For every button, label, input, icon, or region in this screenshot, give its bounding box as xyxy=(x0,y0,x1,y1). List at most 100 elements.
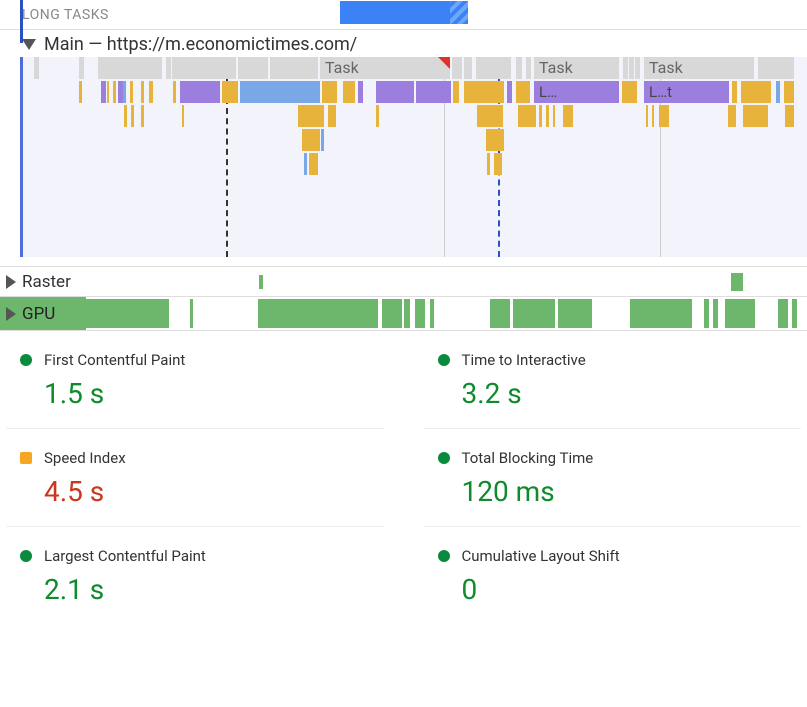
flame-seg[interactable] xyxy=(173,81,176,103)
flame-seg[interactable] xyxy=(182,105,184,127)
gpu-seg[interactable] xyxy=(404,299,410,328)
flame-seg[interactable] xyxy=(652,105,654,127)
flame-seg[interactable] xyxy=(453,81,459,103)
task-segment[interactable] xyxy=(452,57,462,79)
task-segment[interactable]: Task xyxy=(644,57,754,79)
flame-seg[interactable] xyxy=(494,153,502,175)
flame-seg[interactable] xyxy=(376,105,379,127)
flame-seg[interactable]: L…t xyxy=(644,81,729,103)
gpu-seg[interactable] xyxy=(713,299,718,328)
gpu-seg[interactable] xyxy=(415,299,425,328)
gpu-seg[interactable] xyxy=(558,299,592,328)
flame-seg[interactable] xyxy=(516,81,530,103)
task-segment[interactable]: Task xyxy=(320,57,450,79)
task-segment[interactable]: Task xyxy=(534,57,619,79)
flame-seg[interactable] xyxy=(518,105,536,127)
flame-seg[interactable] xyxy=(477,105,503,127)
flame-seg[interactable] xyxy=(322,81,337,103)
flame-seg[interactable] xyxy=(546,105,549,127)
gpu-seg[interactable] xyxy=(430,299,434,328)
collapse-icon[interactable] xyxy=(22,39,36,50)
task-segment[interactable] xyxy=(629,57,634,79)
task-segment[interactable] xyxy=(464,57,472,79)
flame-seg[interactable] xyxy=(785,105,794,127)
flame-seg[interactable] xyxy=(309,153,318,175)
gpu-track[interactable]: GPU xyxy=(0,297,807,331)
flame-seg[interactable] xyxy=(141,81,144,103)
flame-seg[interactable] xyxy=(101,81,106,103)
flame-seg[interactable] xyxy=(298,105,324,127)
task-segment[interactable] xyxy=(476,57,511,79)
gpu-seg[interactable] xyxy=(792,299,797,328)
flame-seg[interactable] xyxy=(487,153,490,175)
main-thread-header[interactable]: Main — https://m.economictimes.com/ xyxy=(0,30,807,57)
gpu-seg[interactable] xyxy=(630,299,692,328)
gpu-seg[interactable] xyxy=(704,299,709,328)
flame-seg[interactable] xyxy=(124,105,127,127)
flame-seg[interactable] xyxy=(376,81,414,103)
task-segment[interactable] xyxy=(79,57,84,79)
flame-seg[interactable] xyxy=(464,81,504,103)
flame-seg[interactable] xyxy=(107,81,109,103)
flame-seg[interactable] xyxy=(113,81,116,103)
flame-seg[interactable] xyxy=(240,81,320,103)
flame-seg[interactable] xyxy=(741,81,771,103)
flame-seg[interactable] xyxy=(302,129,320,151)
task-segment[interactable] xyxy=(758,57,794,79)
flame-seg[interactable] xyxy=(149,81,153,103)
flame-seg[interactable] xyxy=(539,105,542,127)
flame-seg[interactable] xyxy=(304,153,307,175)
long-tasks-block[interactable] xyxy=(340,1,468,24)
task-segment[interactable] xyxy=(526,57,531,79)
flame-chart[interactable]: Task Task Task xyxy=(20,57,807,257)
flame-seg[interactable] xyxy=(321,129,324,151)
flame-seg[interactable] xyxy=(131,105,134,127)
gpu-seg[interactable] xyxy=(725,299,755,328)
flame-seg[interactable] xyxy=(646,105,648,127)
flame-seg[interactable] xyxy=(553,105,555,127)
gpu-seg[interactable] xyxy=(513,299,555,328)
task-segment[interactable] xyxy=(98,57,162,79)
task-segment[interactable] xyxy=(635,57,640,79)
flame-seg[interactable] xyxy=(123,81,126,103)
flame-seg[interactable] xyxy=(563,105,573,127)
raster-track[interactable]: Raster xyxy=(0,267,807,297)
expand-icon[interactable] xyxy=(6,307,16,321)
task-segment[interactable] xyxy=(238,57,268,79)
gpu-seg[interactable] xyxy=(86,299,169,328)
flame-seg[interactable] xyxy=(358,81,363,103)
gpu-seg[interactable] xyxy=(778,299,788,328)
flame-seg[interactable] xyxy=(130,81,133,103)
task-segment[interactable] xyxy=(270,57,318,79)
raster-seg[interactable] xyxy=(259,275,263,289)
expand-icon[interactable] xyxy=(6,275,16,289)
flame-seg[interactable]: L… xyxy=(534,81,619,103)
task-segment[interactable] xyxy=(34,57,39,79)
flame-seg[interactable] xyxy=(343,81,355,103)
flame-seg[interactable] xyxy=(416,81,451,103)
flame-seg[interactable] xyxy=(328,105,336,127)
gpu-seg[interactable] xyxy=(490,299,510,328)
task-segment[interactable] xyxy=(516,57,522,79)
main-thread-panel[interactable]: Main — https://m.economictimes.com/ Task xyxy=(0,30,807,267)
gpu-seg[interactable] xyxy=(382,299,402,328)
flame-seg[interactable] xyxy=(743,105,768,127)
task-segment[interactable] xyxy=(166,57,171,79)
flame-seg[interactable] xyxy=(659,105,669,127)
task-segment[interactable] xyxy=(172,57,236,79)
flame-seg[interactable] xyxy=(507,81,512,103)
flame-seg[interactable] xyxy=(486,129,504,151)
gpu-seg[interactable] xyxy=(258,299,378,328)
gpu-seg[interactable] xyxy=(190,299,193,328)
raster-seg[interactable] xyxy=(731,273,743,291)
flame-seg[interactable] xyxy=(180,81,220,103)
flame-seg[interactable] xyxy=(222,81,238,103)
flame-seg[interactable] xyxy=(728,105,736,127)
flame-seg[interactable] xyxy=(784,81,794,103)
flame-seg[interactable] xyxy=(776,81,780,103)
flame-seg[interactable] xyxy=(732,81,737,103)
flame-seg[interactable] xyxy=(622,81,637,103)
flame-seg[interactable] xyxy=(79,81,82,103)
flame-seg[interactable] xyxy=(141,105,144,127)
task-segment[interactable] xyxy=(623,57,628,79)
